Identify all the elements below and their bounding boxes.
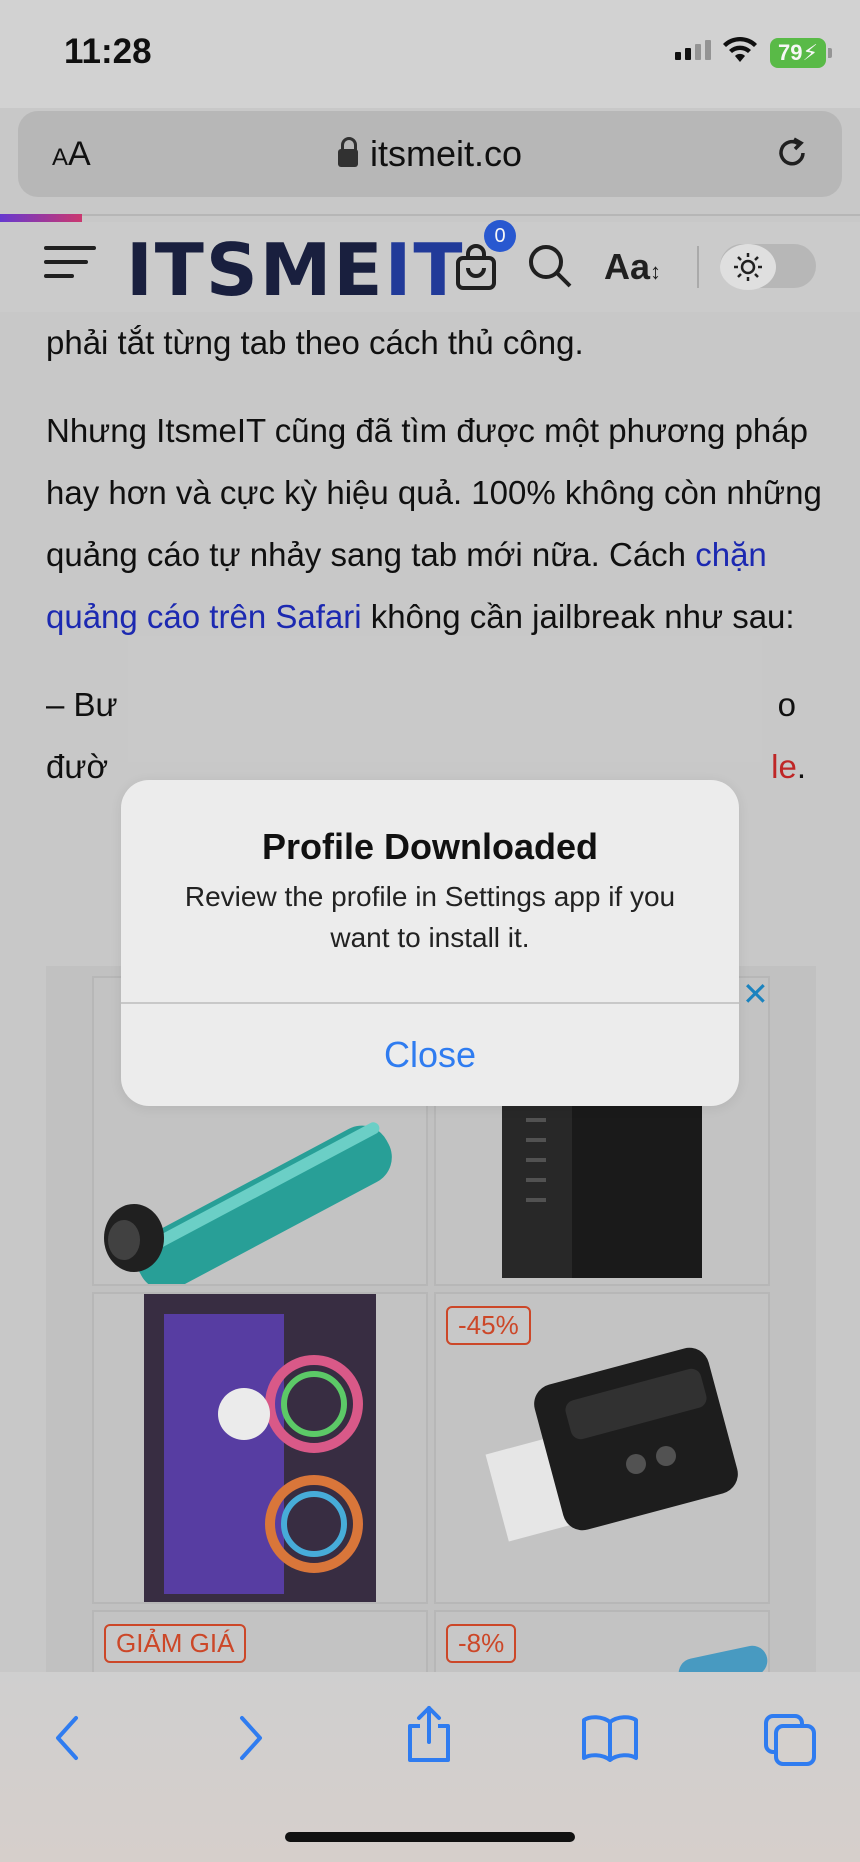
forward-icon[interactable] [232,1712,268,1764]
alert-title: Profile Downloaded [261,826,599,867]
alert-message: Review the profile in Settings app if yo… [184,881,676,953]
home-indicator [285,1832,575,1842]
bookmarks-icon[interactable] [580,1712,640,1764]
close-button[interactable]: Close [121,1004,739,1106]
tabs-icon[interactable] [762,1712,818,1768]
share-icon[interactable] [404,1704,454,1764]
back-icon[interactable] [50,1712,86,1764]
profile-downloaded-alert: Profile Downloaded Review the profile in… [121,780,739,1106]
